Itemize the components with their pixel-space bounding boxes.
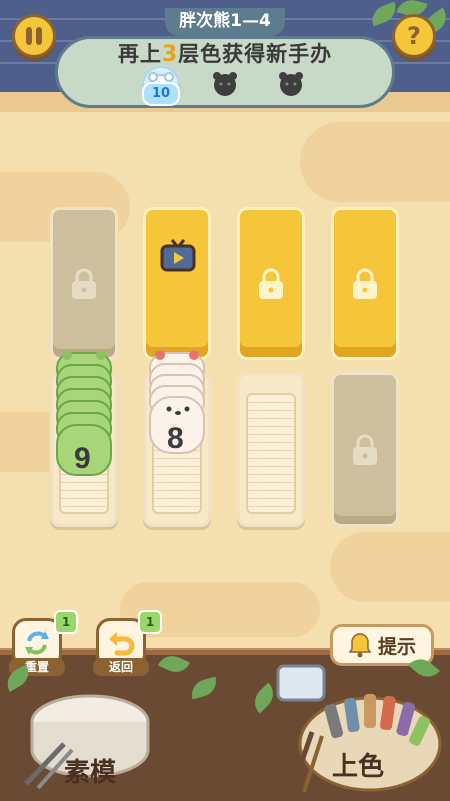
- help-button[interactable]: ?: [392, 14, 436, 58]
- lock-icon: [353, 434, 377, 465]
- goal-text: 再上3层色获得新手办: [117, 42, 333, 67]
- undo-count-badge: 1: [138, 610, 162, 634]
- stack-count: 8: [167, 422, 184, 455]
- mold-label: 素模: [64, 758, 117, 788]
- video-unlock-slot[interactable]: [143, 207, 211, 360]
- stack-count: 9: [74, 442, 91, 475]
- reward-count-badge: 10: [142, 82, 180, 106]
- lock-icon: [353, 268, 377, 299]
- lock-icon: [72, 268, 96, 299]
- paint-button[interactable]: 上色: [272, 662, 442, 796]
- locked-bear-icon: [279, 72, 303, 96]
- reward-figure-3: [274, 66, 308, 100]
- tray-3-empty[interactable]: [237, 372, 305, 527]
- locked-tray-4: [331, 372, 399, 527]
- pause-button[interactable]: [12, 14, 56, 58]
- lock-icon: [259, 268, 283, 299]
- pause-icon: [26, 27, 42, 45]
- bear-face-icon: [166, 406, 190, 415]
- locked-slot-4[interactable]: [331, 207, 399, 360]
- green-bear-stack[interactable]: 9: [56, 350, 116, 482]
- reset-count-badge: 1: [54, 610, 78, 634]
- paint-label: 上色: [332, 752, 385, 782]
- locked-bear-icon: [213, 72, 237, 96]
- white-bear-stack[interactable]: 8: [149, 350, 209, 482]
- question-icon: ?: [407, 22, 421, 50]
- tv-video-icon: [160, 239, 196, 272]
- mold-button[interactable]: 素模: [20, 680, 160, 792]
- locked-slot-3[interactable]: [237, 207, 305, 360]
- locked-slot-1: [50, 207, 118, 360]
- reward-figure-2: [208, 66, 242, 100]
- level-title: 胖次熊1—4: [165, 8, 285, 36]
